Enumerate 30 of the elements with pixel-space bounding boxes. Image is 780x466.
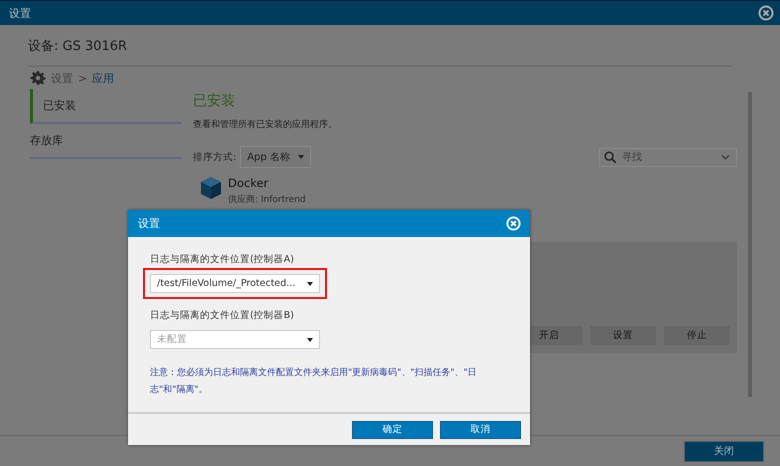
app-action-button[interactable]: 设置	[590, 326, 656, 345]
location-dropdown[interactable]: 未配置	[150, 330, 320, 349]
breadcrumb-separator: >	[78, 72, 88, 84]
sort-dropdown[interactable]: App 名称	[240, 146, 311, 168]
search-icon	[604, 150, 617, 164]
breadcrumb-link[interactable]: 应用	[92, 70, 114, 86]
dialog-title: 设置	[138, 216, 160, 231]
app-action-button[interactable]: 停止	[664, 326, 730, 345]
window-title: 设置	[9, 6, 31, 20]
chevron-icon	[721, 154, 730, 160]
gear-icon	[30, 70, 46, 86]
device-title: 设备: GS 3016R	[28, 25, 732, 67]
dialog-button[interactable]: 取消	[440, 420, 521, 438]
location-dropdown[interactable]: /test/FileVolume/_Protected...	[150, 274, 320, 293]
close-button[interactable]: 关闭	[684, 440, 764, 462]
section-heading: 已安装	[193, 92, 236, 110]
dialog-button[interactable]: 确定	[352, 420, 433, 438]
search-field[interactable]: 寻找	[599, 148, 737, 166]
field-label: 日志与隔离的文件位置(控制器B)	[150, 309, 295, 322]
field-label: 日志与隔离的文件位置(控制器A)	[150, 253, 295, 266]
sidebar-item[interactable]: 存放库	[30, 124, 182, 159]
app-vendor: 供应商: Infortrend	[228, 194, 306, 206]
sidebar-item[interactable]: 已安装	[30, 89, 182, 124]
note-text: 注意：您必须为日志和隔离文件配置文件夹来启用"更新病毒码"、"扫描任务"、"日志"和"隔离"。	[150, 366, 478, 397]
cube-icon	[200, 176, 222, 200]
section-description: 查看和管理所有已安装的应用程序。	[193, 118, 338, 131]
breadcrumb-link[interactable]: 设置	[51, 70, 73, 86]
close-icon[interactable]	[758, 5, 774, 21]
app-name: Docker	[228, 176, 270, 190]
sort-label: 排序方式:	[193, 150, 236, 164]
